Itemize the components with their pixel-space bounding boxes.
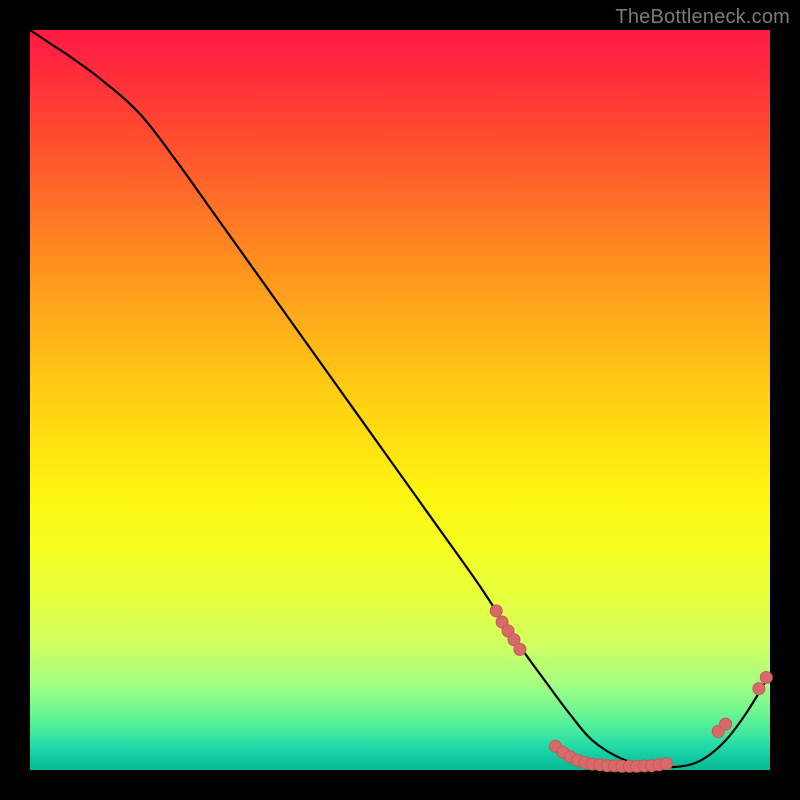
plot-area xyxy=(30,30,770,770)
curve-marker xyxy=(490,605,502,617)
curve-marker xyxy=(760,672,772,684)
curve-marker xyxy=(753,683,765,695)
curve-markers xyxy=(490,605,772,772)
curve-marker xyxy=(514,643,526,655)
chart-overlay xyxy=(30,30,770,770)
bottleneck-curve xyxy=(30,30,770,767)
chart-frame: TheBottleneck.com xyxy=(0,0,800,800)
curve-marker xyxy=(720,718,732,730)
curve-marker xyxy=(660,758,672,770)
watermark-text: TheBottleneck.com xyxy=(615,6,790,29)
